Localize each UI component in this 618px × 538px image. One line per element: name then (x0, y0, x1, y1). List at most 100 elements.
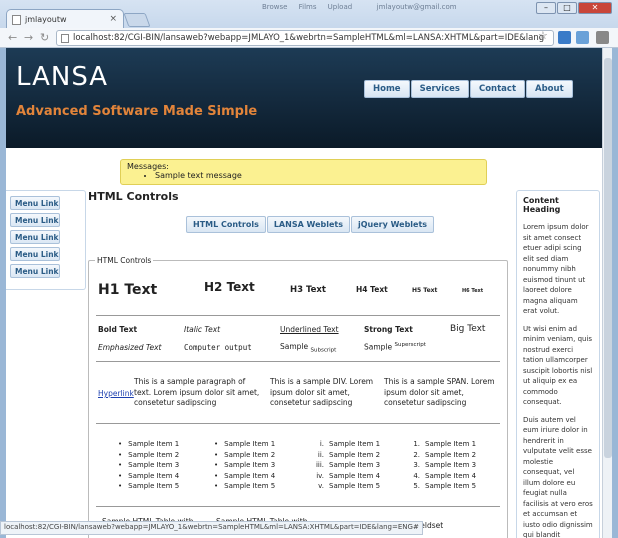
faint-link: Films (298, 3, 317, 11)
sidebar-paragraph: Ut wisi enim ad minim veniam, quis nostr… (523, 324, 593, 407)
list-marker: 1. (413, 440, 420, 448)
list-marker: 5. (413, 482, 420, 491)
list-item-text: Sample Item 2 (425, 450, 477, 459)
h6-text: H6 Text (462, 288, 484, 294)
list-marker: iv. (316, 471, 324, 480)
list-marker: 4. (413, 471, 420, 480)
list-item: Sample Item 3 (206, 460, 275, 471)
web-page: LANSA Advanced Software Made Simple Home… (6, 48, 602, 538)
tab-lansa-weblets[interactable]: LANSA Weblets (266, 216, 350, 233)
faint-link: jmlayoutw@gmail.com (376, 3, 457, 11)
menu-link-1[interactable]: Menu Link (10, 196, 60, 210)
sample-paragraph: This is a sample paragraph of text. Lore… (134, 377, 260, 407)
nav-about[interactable]: About (526, 80, 573, 98)
h5-text: H5 Text (412, 287, 438, 294)
h3-text: H3 Text (290, 285, 326, 295)
list-item-text: Sample Item 1 (425, 440, 477, 448)
list-item-text: Sample Item 5 (425, 482, 477, 491)
list-item: Sample Item 2 (110, 450, 179, 461)
big-text: Big Text (450, 324, 486, 334)
browser-chrome: jmlayoutw × Browse Films Upload jmlayout… (0, 0, 618, 48)
nav-services[interactable]: Services (410, 80, 469, 98)
brand-logo: LANSA (16, 62, 109, 92)
list-item-text: Sample Item 3 (425, 461, 477, 470)
list-marker: i. (319, 440, 324, 448)
bold-text: Bold Text (98, 325, 138, 334)
maximize-button[interactable]: □ (557, 2, 577, 14)
list-item: iii. Sample Item 3 (312, 460, 380, 471)
list-item: Sample Item 4 (110, 471, 179, 482)
sub-tabs: HTML Controls LANSA Weblets jQuery Weble… (186, 216, 435, 233)
list-item: i. Sample Item 1 (312, 439, 380, 450)
left-menu: Menu Link Menu Link Menu Link Menu Link … (6, 190, 86, 290)
close-window-button[interactable]: ✕ (578, 2, 612, 14)
url-text: localhost:82/CGI-BIN/lansaweb?webapp=JML… (73, 33, 545, 43)
numbered-list: 1. Sample Item 1 2. Sample Item 2 3. Sample… (410, 439, 476, 492)
site-header: LANSA Advanced Software Made Simple Home… (6, 48, 602, 148)
faint-link: Browse (262, 3, 288, 11)
menu-link-4[interactable]: Menu Link (10, 247, 60, 261)
superscript-sample: Sample Superscript (364, 342, 426, 352)
divider (96, 361, 500, 362)
emphasized-text: Emphasized Text (98, 343, 162, 352)
list-item: Sample Item 1 (110, 439, 179, 450)
list-item: v. Sample Item 5 (312, 481, 380, 492)
message-box: Messages: Sample text message (120, 159, 487, 185)
menu-link-5[interactable]: Menu Link (10, 264, 60, 278)
divider (96, 423, 500, 424)
list-item-text: Sample Item 5 (329, 482, 381, 491)
list-marker: v. (318, 482, 324, 491)
scrollbar-thumb[interactable] (604, 58, 612, 458)
extension-icon[interactable] (558, 31, 571, 44)
top-navigation: Home Services Contact About (364, 80, 574, 98)
h1-text: H1 Text (98, 282, 158, 298)
bookmark-star-icon[interactable]: ☆ (538, 29, 548, 42)
h2-text: H2 Text (204, 280, 255, 294)
back-icon[interactable]: ← (8, 31, 17, 44)
tab-jquery-weblets[interactable]: jQuery Weblets (351, 216, 435, 233)
message-title: Messages: (127, 162, 169, 171)
tab-html-controls[interactable]: HTML Controls (186, 216, 266, 233)
sidebar-paragraph: Lorem ipsum dolor sit amet consect etuer… (523, 223, 589, 315)
minimize-button[interactable]: – (536, 2, 556, 14)
unordered-list-2: Sample Item 1 Sample Item 2 Sample Item … (206, 439, 275, 492)
list-marker: ii. (317, 450, 324, 459)
hyperlink[interactable]: Hyperlink (98, 389, 134, 398)
list-item: 3. Sample Item 3 (410, 460, 476, 471)
browser-tab[interactable]: jmlayoutw × (6, 9, 124, 29)
menu-link-2[interactable]: Menu Link (10, 213, 60, 227)
page-scrollbar[interactable] (602, 48, 612, 538)
address-bar[interactable]: localhost:82/CGI-BIN/lansaweb?webapp=JML… (56, 30, 554, 46)
divider (96, 506, 500, 507)
fieldset-legend: HTML Controls (97, 256, 152, 265)
list-item: 1. Sample Item 1 (410, 439, 476, 450)
list-marker: 3. (413, 461, 420, 470)
list-item-text: Sample Item 4 (425, 471, 477, 480)
unordered-list-1: Sample Item 1 Sample Item 2 Sample Item … (110, 439, 179, 492)
forward-icon[interactable]: → (24, 31, 33, 44)
navigation-bar: ← → ↻ localhost:82/CGI-BIN/lansaweb?weba… (0, 28, 618, 48)
list-item: Sample Item 2 (206, 450, 275, 461)
tab-close-icon[interactable]: × (109, 14, 117, 24)
nav-contact[interactable]: Contact (469, 80, 526, 98)
list-item: Sample Item 3 (110, 460, 179, 471)
nav-home[interactable]: Home (364, 80, 410, 98)
list-item: Sample Item 4 (206, 471, 275, 482)
new-tab-button[interactable] (123, 13, 151, 27)
page-title: HTML Controls (88, 190, 179, 203)
menu-link-3[interactable]: Menu Link (10, 230, 60, 244)
list-marker: 2. (413, 450, 420, 459)
extension-icon[interactable] (576, 31, 589, 44)
strong-text: Strong Text (364, 325, 413, 334)
list-item-text: Sample Item 4 (329, 471, 381, 480)
menu-wrench-icon[interactable] (596, 31, 609, 44)
top-faint-links: Browse Films Upload jmlayoutw@gmail.com (262, 3, 457, 11)
sidebar-heading: Content Heading (523, 196, 561, 214)
list-item-text: Sample Item 2 (329, 450, 381, 459)
italic-text: Italic Text (184, 325, 221, 334)
reload-icon[interactable]: ↻ (40, 31, 49, 44)
h4-text: H4 Text (356, 285, 388, 294)
roman-list: i. Sample Item 1 ii. Sample Item 2 iii. Sam… (312, 439, 380, 492)
subscript-text: Subscript (310, 347, 337, 354)
sample-span: This is a sample SPAN. Lorem ipsum dolor… (384, 377, 495, 407)
